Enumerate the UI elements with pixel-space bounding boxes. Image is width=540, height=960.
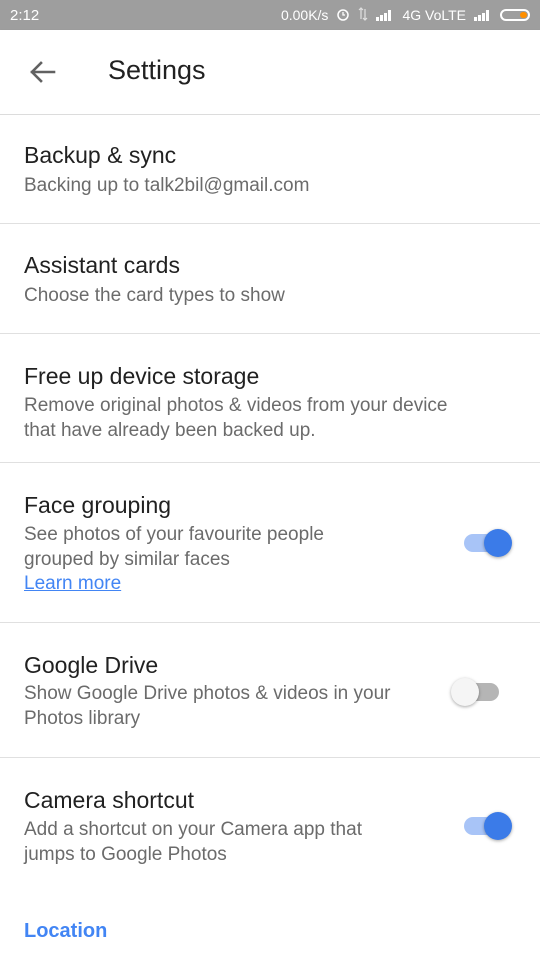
back-button[interactable] xyxy=(22,54,62,90)
setting-backup-sync[interactable]: Backup & sync Backing up to talk2bil@gma… xyxy=(0,115,540,224)
setting-description: Backing up to talk2bil@gmail.com xyxy=(24,175,310,196)
setting-description: Show Google Drive photos & videos in you… xyxy=(24,682,390,731)
data-transfer-icon xyxy=(358,6,368,24)
alarm-icon xyxy=(336,7,350,24)
setting-free-up-storage[interactable]: Free up device storage Remove original p… xyxy=(0,334,540,463)
status-time: 2:12 xyxy=(10,6,40,24)
toggle-thumb xyxy=(451,678,479,706)
app-bar: Settings xyxy=(0,30,540,115)
setting-description-line: jumps to Google Photos xyxy=(24,843,227,865)
setting-description-line: that have already been backed up. xyxy=(24,419,316,441)
setting-google-drive[interactable]: Google Drive Show Google Drive photos & … xyxy=(0,623,540,758)
camera-shortcut-toggle[interactable] xyxy=(462,809,512,841)
setting-description-line: Photos library xyxy=(24,707,141,729)
google-drive-toggle[interactable] xyxy=(451,675,499,707)
section-header-location: Location xyxy=(24,920,108,942)
setting-description-line: grouped by similar faces xyxy=(24,548,230,570)
setting-description: Add a shortcut on your Camera app that j… xyxy=(24,818,362,867)
setting-title: Face grouping xyxy=(24,492,172,518)
setting-title: Camera shortcut xyxy=(24,787,195,813)
signal-icon-2 xyxy=(474,9,492,21)
toggle-thumb xyxy=(484,812,512,840)
page-title: Settings xyxy=(108,55,206,85)
setting-title: Free up device storage xyxy=(24,363,260,389)
setting-assistant-cards[interactable]: Assistant cards Choose the card types to… xyxy=(0,224,540,334)
setting-description-line: See photos of your favourite people xyxy=(24,524,324,545)
setting-title: Assistant cards xyxy=(24,252,180,278)
setting-description: See photos of your favourite people grou… xyxy=(24,523,324,572)
setting-description-line: Add a shortcut on your Camera app that xyxy=(24,819,362,840)
setting-camera-shortcut[interactable]: Camera shortcut Add a shortcut on your C… xyxy=(0,758,540,888)
face-grouping-toggle[interactable] xyxy=(462,526,512,558)
setting-description: Remove original photos & videos from you… xyxy=(24,394,447,443)
learn-more-link[interactable]: Learn more xyxy=(24,573,121,595)
status-bar: 2:12 0.00K/s 4G VoLTE xyxy=(0,0,540,30)
setting-description-line: Show Google Drive photos & videos in you… xyxy=(24,683,391,704)
signal-icon xyxy=(376,9,394,21)
arrow-back-icon xyxy=(30,61,56,83)
setting-face-grouping[interactable]: Face grouping See photos of your favouri… xyxy=(0,463,540,623)
network-label: 4G VoLTE xyxy=(402,7,466,23)
status-icons: 0.00K/s 4G VoLTE xyxy=(280,6,530,24)
battery-icon xyxy=(500,9,530,21)
setting-description: Choose the card types to show xyxy=(24,285,285,306)
setting-title: Google Drive xyxy=(24,652,159,678)
toggle-thumb xyxy=(484,529,512,557)
network-speed: 0.00K/s xyxy=(280,7,329,23)
setting-description-line: Remove original photos & videos from you… xyxy=(24,395,448,416)
setting-title: Backup & sync xyxy=(24,142,177,168)
